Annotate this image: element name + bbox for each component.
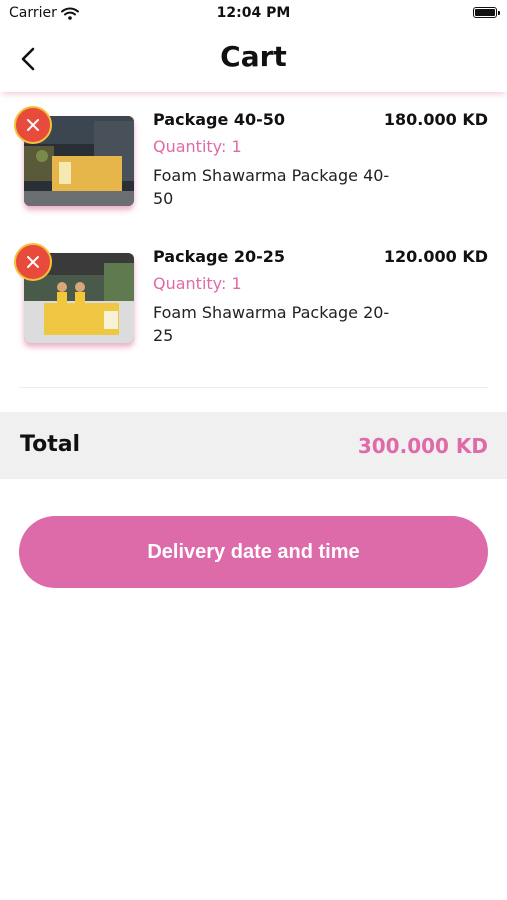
total-value: 300.000 KD bbox=[357, 434, 488, 458]
total-bar: Total 300.000 KD bbox=[0, 412, 507, 479]
delivery-date-time-button[interactable]: Delivery date and time bbox=[19, 516, 488, 588]
item-price: 120.000 KD bbox=[383, 247, 488, 266]
item-description: Foam Shawarma Package 40-50 bbox=[153, 166, 390, 208]
item-name: Package 40-50 bbox=[153, 110, 286, 129]
battery-icon bbox=[473, 7, 500, 18]
item-description: Foam Shawarma Package 20-25 bbox=[153, 303, 390, 345]
remove-item-button[interactable] bbox=[14, 106, 52, 144]
cart-item: Package 40-50 180.000 KD Quantity: 1 Foa… bbox=[0, 106, 507, 226]
item-quantity: Quantity: 1 bbox=[153, 137, 242, 156]
status-bar: Carrier 12:04 PM bbox=[0, 0, 507, 28]
cart-item: Package 20-25 120.000 KD Quantity: 1 Foa… bbox=[0, 243, 507, 363]
close-icon bbox=[27, 119, 39, 131]
nav-bar: Cart bbox=[0, 28, 507, 92]
item-quantity: Quantity: 1 bbox=[153, 274, 242, 293]
divider bbox=[19, 387, 488, 388]
total-label: Total bbox=[20, 432, 81, 457]
item-price: 180.000 KD bbox=[383, 110, 488, 129]
status-time: 12:04 PM bbox=[216, 5, 291, 21]
page-title: Cart bbox=[220, 40, 287, 73]
close-icon bbox=[27, 256, 39, 268]
remove-item-button[interactable] bbox=[14, 243, 52, 281]
item-name: Package 20-25 bbox=[153, 247, 286, 266]
